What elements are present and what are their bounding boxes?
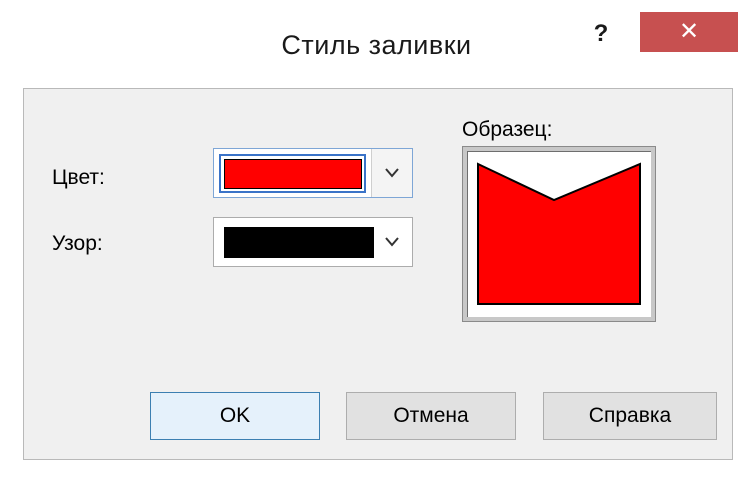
cancel-button[interactable]: Отмена [346, 392, 516, 440]
pattern-label: Узор: [52, 232, 103, 255]
close-icon: ✕ [678, 18, 700, 45]
chevron-down-icon[interactable] [371, 149, 412, 197]
help-button[interactable]: Справка [543, 392, 717, 440]
fill-style-dialog: Стиль заливки ? ✕ Цвет: Узор: Образец: O… [0, 0, 753, 483]
help-icon[interactable]: ? [586, 14, 616, 54]
preview-frame [462, 146, 656, 322]
chevron-down-icon[interactable] [372, 218, 412, 266]
pattern-dropdown[interactable] [213, 217, 413, 267]
color-swatch [224, 159, 362, 189]
preview-label: Образец: [462, 118, 553, 141]
preview-shape [477, 162, 641, 305]
title-bar[interactable]: Стиль заливки ? ✕ [0, 0, 753, 88]
pattern-swatch [224, 227, 374, 258]
close-button[interactable]: ✕ [640, 12, 738, 52]
color-dropdown[interactable] [213, 148, 413, 198]
preview-canvas [467, 151, 651, 317]
color-label: Цвет: [52, 166, 105, 189]
ok-button[interactable]: OK [150, 392, 320, 440]
